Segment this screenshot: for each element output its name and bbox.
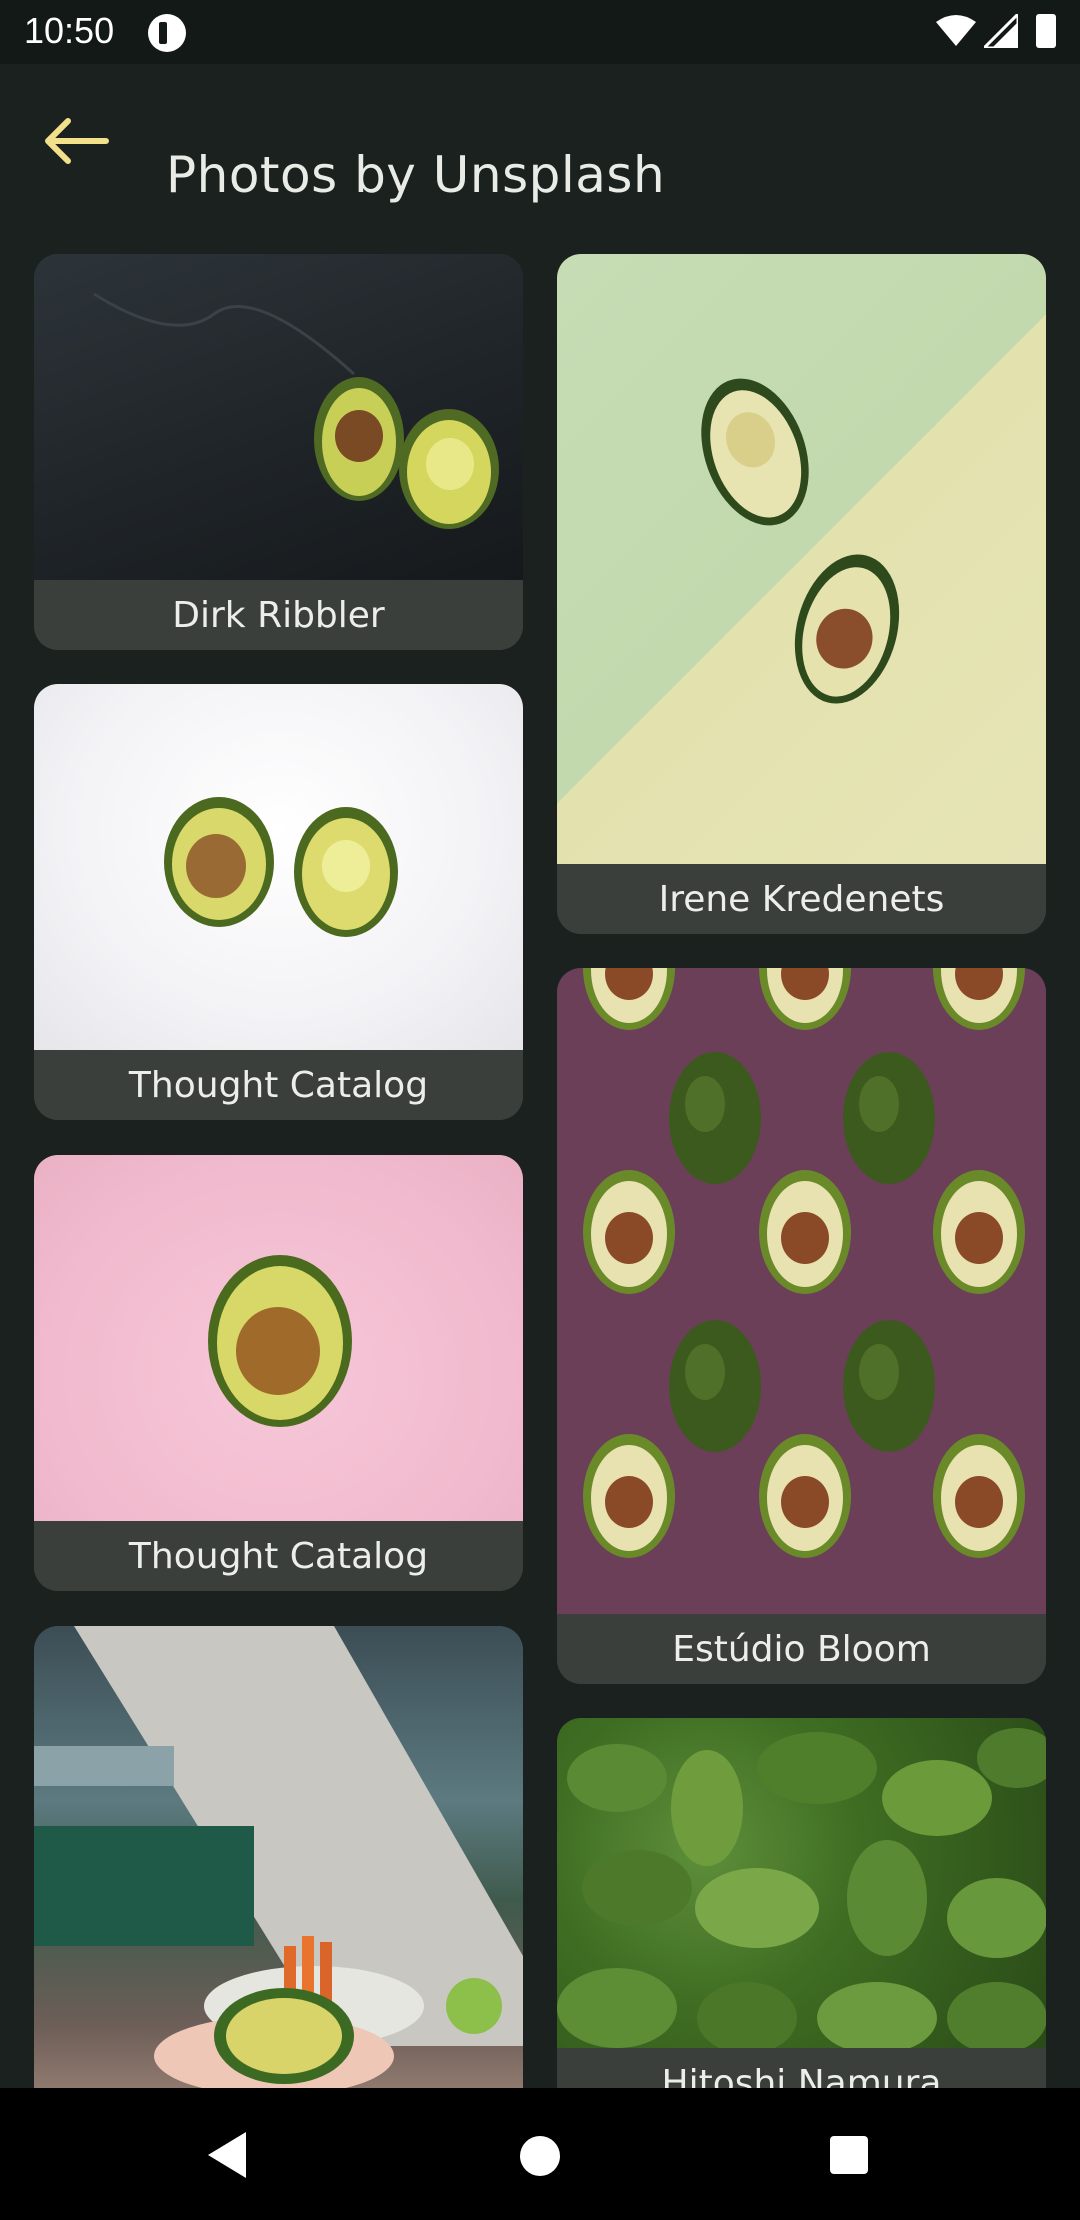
avocado-pile [557,1728,1046,2054]
photo-image [34,684,523,1050]
photo-credit: Hitoshi Namura [557,2048,1046,2088]
photo-card[interactable]: Estúdio Bloom [557,968,1046,1684]
avocado-illustration [93,292,499,529]
photo-credit: Thought Catalog [34,1521,523,1591]
photo-card[interactable]: Thought Catalog [34,684,523,1120]
photo-card[interactable]: Dirk Ribbler [34,254,523,650]
square-recents-icon[interactable] [830,2136,868,2174]
notification-icon [148,14,186,52]
avocado-illustration [701,378,900,704]
avocado-illustration [164,797,398,937]
photo-credit: Thought Catalog [34,1050,523,1120]
page-title: Photos by Unsplash [166,145,666,204]
photo-image [557,1718,1046,2054]
circle-home-icon[interactable] [520,2136,560,2176]
photo-credit: Estúdio Bloom [557,1614,1046,1684]
status-bar: 10:50 [0,0,1080,64]
photo-card[interactable]: Irene Kredenets [557,254,1046,934]
photo-image [34,1155,523,1521]
photo-image [34,254,523,580]
photo-grid: Dirk Ribbler Irene Kredenets Thought Cat… [0,0,1080,2088]
avocado-pattern [583,968,1025,1558]
photo-card[interactable]: Thought Catalog [34,1155,523,1591]
photo-image [34,1626,523,2088]
wifi-icon [936,15,976,46]
photo-card[interactable]: Hitoshi Namura [557,1718,1046,2088]
kitchen-illustration [34,1626,523,2088]
avocado-illustration [208,1255,352,1427]
photo-card[interactable] [34,1626,523,2088]
photo-credit: Dirk Ribbler [34,580,523,650]
photo-image [557,254,1046,864]
photo-credit: Irene Kredenets [557,864,1046,934]
triangle-back-icon[interactable] [206,2130,250,2180]
photo-image [557,968,1046,1614]
arrow-left-icon[interactable] [40,116,110,166]
cellular-signal-icon [984,14,1018,48]
status-time: 10:50 [24,10,115,51]
app-bar: Photos by Unsplash [0,64,1080,224]
battery-icon [1036,14,1056,48]
system-nav-bar [0,2088,1080,2220]
